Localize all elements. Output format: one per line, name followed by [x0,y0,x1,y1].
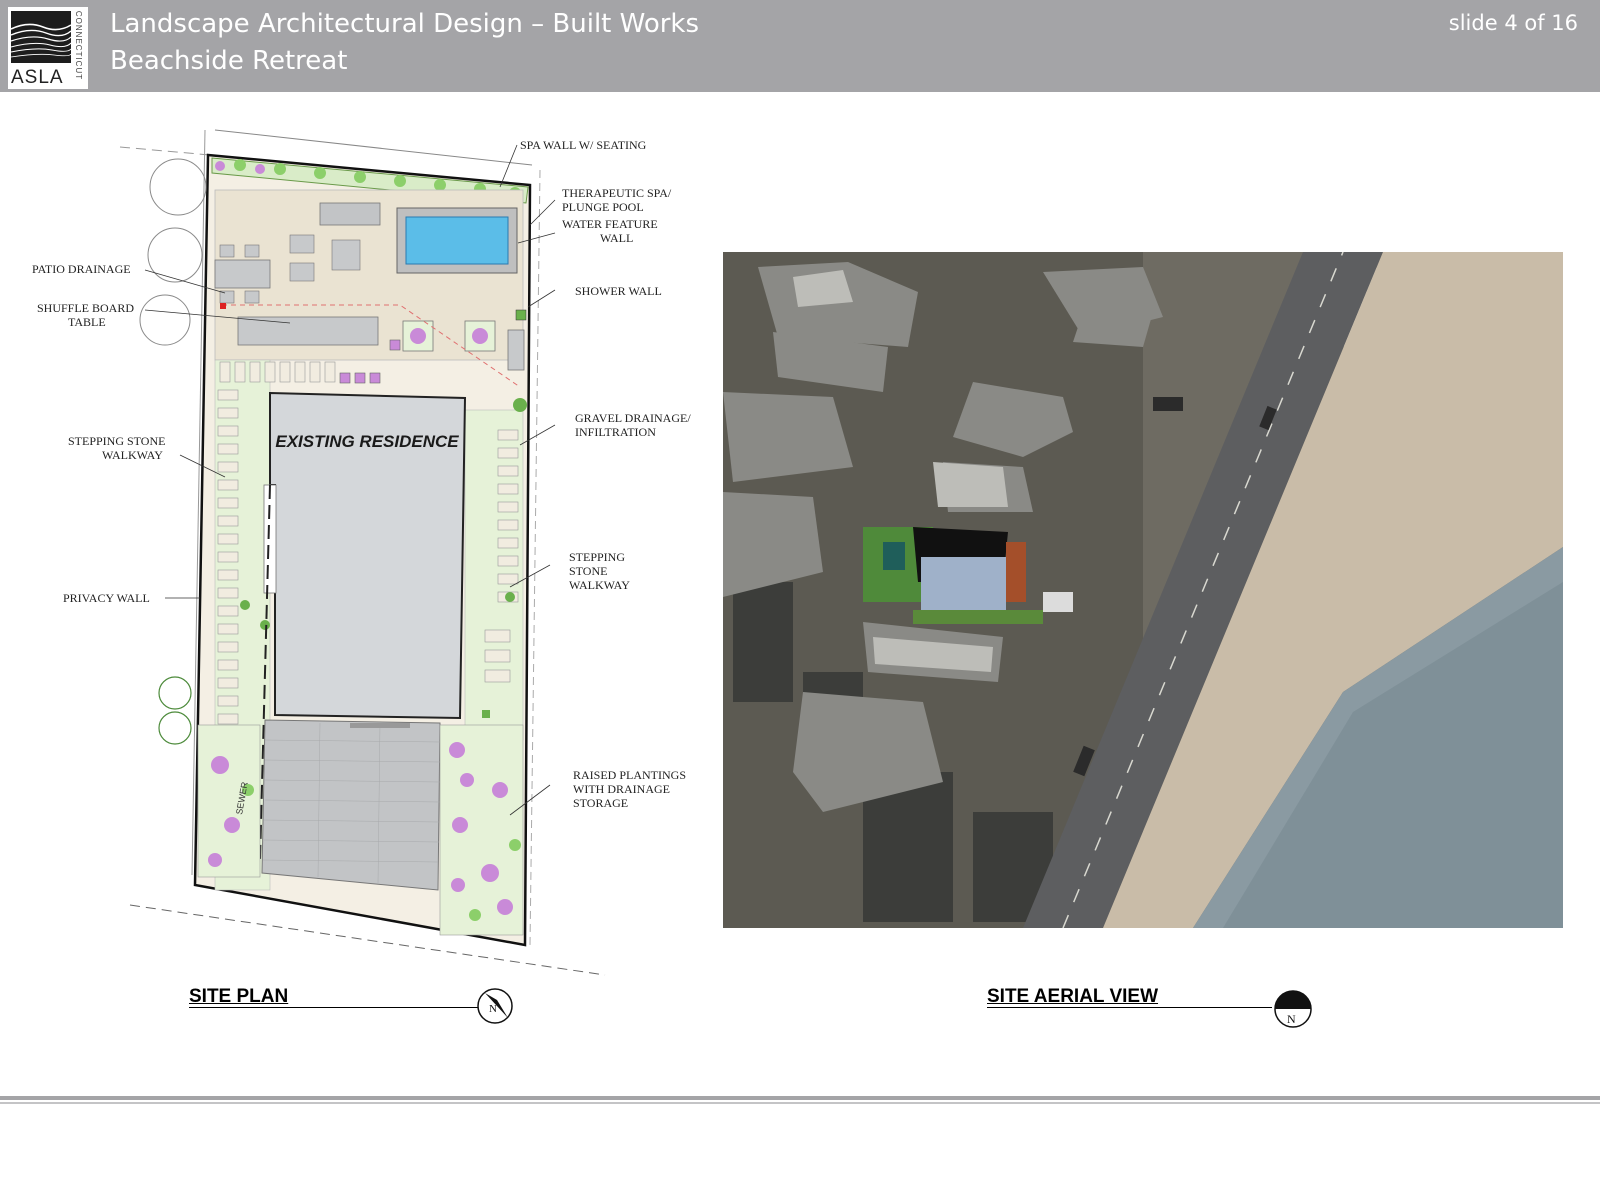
callout-stepping-stone-right-line1: STEPPING [569,550,625,564]
presentation-title: Landscape Architectural Design – Built W… [110,9,700,39]
callout-raised-plantings-line2: WITH DRAINAGE [573,782,670,796]
callout-therapeutic-spa-line2: PLUNGE POOL [562,200,644,214]
site-plan-drawing: EXISTING RESIDENCE SEWER SPA WALL W/ SEA… [32,129,691,976]
street-trees [139,158,207,346]
callout-shuffle-board-line2: TABLE [68,315,106,329]
callout-stepping-stone-left-line2: WALKWAY [102,448,163,462]
callout-raised-plantings-line3: STORAGE [573,796,628,810]
site-plan-caption-rule [189,1007,479,1008]
callout-stepping-stone-right-line3: WALKWAY [569,578,630,592]
callout-shower-wall: SHOWER WALL [575,284,662,298]
callout-water-feature-line1: WATER FEATURE [562,217,658,231]
plunge-pool [405,216,509,265]
callout-water-feature-line2: WALL [600,231,633,245]
aerial-north-arrow-icon: N [1274,990,1312,1028]
site-plan-caption: SITE PLAN [189,986,289,1007]
callout-privacy-wall: PRIVACY WALL [63,591,150,605]
residence-label: EXISTING RESIDENCE [275,432,459,451]
driveway [261,719,441,891]
slide-counter: slide 4 of 16 [1448,11,1578,35]
asla-logo: ASLA CONNECTICUT [8,7,88,89]
footer-rule-secondary [0,1102,1600,1104]
header-bar: ASLA CONNECTICUT Landscape Architectural… [0,0,1600,92]
callout-patio-drainage: PATIO DRAINAGE [32,262,131,276]
aerial-caption-rule [987,1007,1272,1008]
callout-shuffle-board-line1: SHUFFLE BOARD [37,301,134,315]
callout-stepping-stone-left-line1: STEPPING STONE [68,434,165,448]
project-title: Beachside Retreat [110,46,348,76]
site-aerial-photo [723,252,1563,928]
aerial-caption: SITE AERIAL VIEW [987,986,1159,1007]
callout-spa-wall: SPA WALL W/ SEATING [520,138,647,152]
callout-gravel-drainage-line1: GRAVEL DRAINAGE/ [575,411,691,425]
raised-planting-left [197,724,261,878]
shuffle-board-table [237,316,379,346]
aerial-photo-graphic [723,252,1563,928]
callout-gravel-drainage-line2: INFILTRATION [575,425,656,439]
logo-text: ASLA [11,67,64,88]
logo-subtext: CONNECTICUT [74,10,84,81]
callout-therapeutic-spa-line1: THERAPEUTIC SPA/ [562,186,672,200]
footer-rule [0,1096,1600,1100]
callout-stepping-stone-right-line2: STONE [569,564,607,578]
north-arrow-icon: N [477,988,513,1024]
callout-raised-plantings-line1: RAISED PLANTINGS [573,768,686,782]
aerial-north-label: N [1287,1012,1296,1026]
site-plan-north-label: N [489,1003,497,1015]
